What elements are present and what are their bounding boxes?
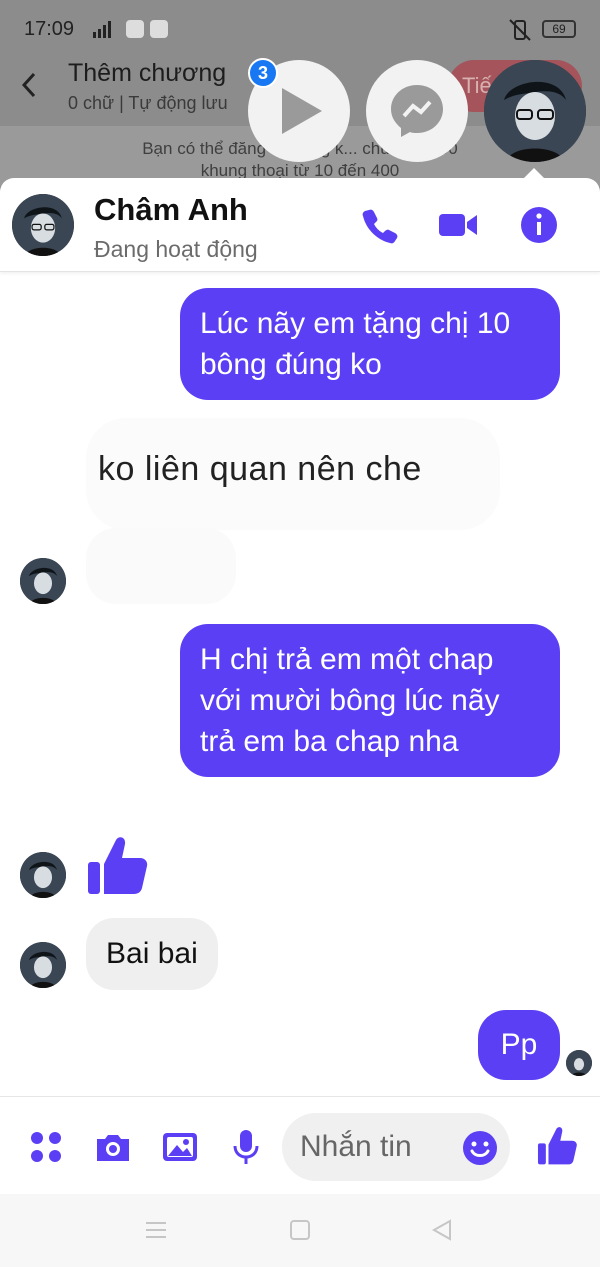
contact-name[interactable]: Châm Anh: [94, 192, 248, 228]
thumbs-up-message-icon[interactable]: [86, 834, 148, 898]
emoji-icon[interactable]: [462, 1130, 498, 1166]
avatar-image: [20, 558, 66, 604]
contact-avatar[interactable]: [12, 194, 74, 256]
video-call-icon[interactable]: [437, 204, 479, 246]
home-icon[interactable]: [290, 1220, 310, 1240]
battery-icon: 69: [542, 20, 576, 38]
phone-call-icon[interactable]: [359, 204, 401, 246]
system-nav-bar: [0, 1194, 600, 1267]
gallery-icon[interactable]: [160, 1127, 200, 1167]
camera-icon[interactable]: [93, 1127, 133, 1167]
vibrate-mute-icon: [509, 19, 531, 41]
messenger-panel: Châm Anh Đang hoạt động Lúc nãy em tặng …: [0, 178, 600, 1194]
sender-avatar[interactable]: [20, 852, 66, 898]
back-arrow-icon[interactable]: [18, 70, 40, 100]
notification-app-icon: [126, 20, 144, 38]
message-outgoing[interactable]: Lúc nãy em tặng chị 10 bông đúng ko: [180, 288, 560, 400]
message-composer: [0, 1096, 600, 1194]
messenger-icon: [391, 85, 443, 137]
nav-back-icon[interactable]: [430, 1218, 454, 1242]
background-title: Thêm chương: [68, 59, 227, 87]
message-incoming[interactable]: Bai bai: [86, 918, 218, 990]
messenger-notification-icon: [150, 20, 168, 38]
status-bar: 17:09 69: [0, 0, 600, 60]
microphone-icon[interactable]: [226, 1127, 266, 1167]
chat-header: Châm Anh Đang hoạt động: [0, 178, 600, 272]
signal-icon: [93, 21, 111, 38]
more-apps-icon[interactable]: [26, 1127, 66, 1167]
recent-apps-icon[interactable]: [144, 1220, 168, 1240]
avatar-image: [12, 194, 74, 256]
message-outgoing[interactable]: Pp: [478, 1010, 560, 1080]
censor-note: ko liên quan nên che: [98, 450, 422, 488]
censor-overlay: [86, 528, 236, 604]
avatar-image: [566, 1050, 592, 1076]
background-subtitle: 0 chữ | Tự động lưu: [68, 93, 228, 113]
message-outgoing[interactable]: H chị trả em một chap với mười bông lúc …: [180, 624, 560, 777]
contact-status: Đang hoạt động: [94, 236, 258, 262]
avatar-image: [20, 852, 66, 898]
sender-avatar[interactable]: [20, 942, 66, 988]
censored-message[interactable]: ko liên quan nên che: [86, 418, 500, 604]
contact-chat-head[interactable]: [484, 60, 586, 162]
status-time: 17:09: [24, 18, 75, 40]
unread-badge: 3: [248, 58, 278, 88]
sender-avatar[interactable]: [20, 558, 66, 604]
avatar-image: [20, 942, 66, 988]
avatar-image: [484, 60, 586, 162]
thumbs-up-send-icon[interactable]: [536, 1125, 578, 1167]
seen-receipt-avatar: [566, 1050, 592, 1076]
messenger-chat-head[interactable]: [366, 60, 468, 162]
info-icon[interactable]: [518, 204, 560, 246]
